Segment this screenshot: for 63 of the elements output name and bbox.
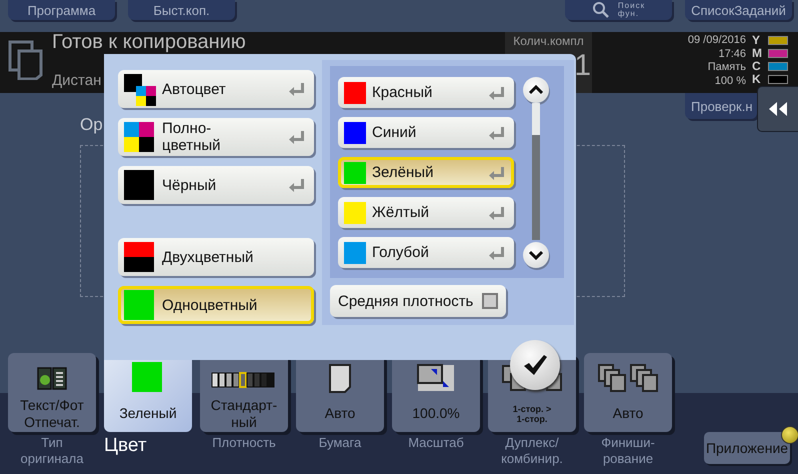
tile-label: Масштаб — [407, 435, 465, 451]
enter-arrow-icon — [488, 124, 506, 140]
color-mode-button[interactable]: Одноцветный — [118, 286, 314, 324]
time-text: 17:46 — [718, 48, 746, 61]
density-toggle-button[interactable]: Средняя плотность — [330, 285, 506, 317]
color-swatch-icon — [122, 288, 156, 322]
status-subtitle: Дистан — [52, 72, 102, 89]
enter-arrow-icon — [488, 84, 506, 100]
scroll-down-button[interactable] — [523, 242, 549, 268]
search-function-button[interactable]: Поиск фун. — [565, 0, 672, 20]
section-label: Ор — [80, 115, 103, 135]
tile-label: Тип оригинала — [20, 435, 84, 467]
top-button[interactable]: СписокЗаданий — [685, 0, 792, 20]
tile-label: Цвет — [104, 435, 148, 457]
enter-arrow-icon — [488, 204, 506, 220]
page-stack-icon — [597, 363, 659, 393]
color-mode-button[interactable]: Автоцвет — [118, 70, 314, 108]
ok-button[interactable] — [510, 340, 560, 390]
scroll-thumb[interactable] — [532, 103, 540, 135]
color-mode-button[interactable]: Чёрный — [118, 166, 314, 204]
date-text: 09 /09/2016 — [688, 34, 746, 48]
side-panel-toggle[interactable] — [757, 86, 798, 132]
top-button[interactable]: Программа — [8, 0, 115, 20]
paper-sheet-icon — [328, 363, 352, 393]
tile-label: Плотность — [211, 435, 277, 451]
status-indicator-light — [781, 426, 798, 444]
color-swatch-icon — [122, 120, 156, 154]
tile-label: Дуплекс/ комбинир. — [500, 435, 564, 467]
toner-label: C — [752, 59, 762, 73]
color-button[interactable]: Зелёный — [338, 157, 514, 188]
checkbox[interactable] — [482, 293, 498, 309]
color-button[interactable]: Красный — [338, 77, 514, 108]
chevron-down-icon — [529, 250, 543, 260]
status-title: Готов к копированию — [52, 32, 247, 52]
enter-arrow-icon — [488, 164, 506, 180]
tile-label: Бумага — [318, 435, 362, 451]
color-swatch-icon — [132, 362, 164, 394]
tile-label: Финиши- рование — [600, 435, 656, 467]
color-swatch-icon — [122, 240, 156, 274]
check-settings-button[interactable]: Проверк.н — [685, 93, 757, 119]
scale-icon — [416, 363, 456, 393]
search-icon — [592, 1, 610, 19]
check-icon — [522, 354, 548, 376]
chevron-up-icon — [529, 85, 543, 95]
book-icon — [36, 365, 68, 391]
toner-label: Y — [752, 33, 762, 47]
double-left-arrow-icon — [767, 101, 789, 117]
copies-label: Колич.компл — [513, 34, 584, 48]
color-swatch-icon — [122, 72, 156, 106]
color-mode-button[interactable]: Двухцветный — [118, 238, 314, 276]
scroll-up-button[interactable] — [523, 77, 549, 103]
color-button[interactable]: Жёлтый — [338, 197, 514, 228]
toner-label: K — [752, 72, 762, 86]
color-mode-button[interactable]: Полно- цветный — [118, 118, 314, 156]
memory-value: 100 % — [714, 74, 746, 88]
top-button[interactable]: Быст.коп. — [128, 0, 235, 20]
toner-label: M — [752, 46, 763, 60]
enter-arrow-icon — [488, 244, 506, 260]
color-button[interactable]: Синий — [338, 117, 514, 148]
color-swatch-icon — [122, 168, 156, 202]
color-button[interactable]: Голубой — [338, 237, 514, 268]
memory-label: Память — [708, 61, 746, 74]
copies-count: 1 — [574, 48, 591, 84]
